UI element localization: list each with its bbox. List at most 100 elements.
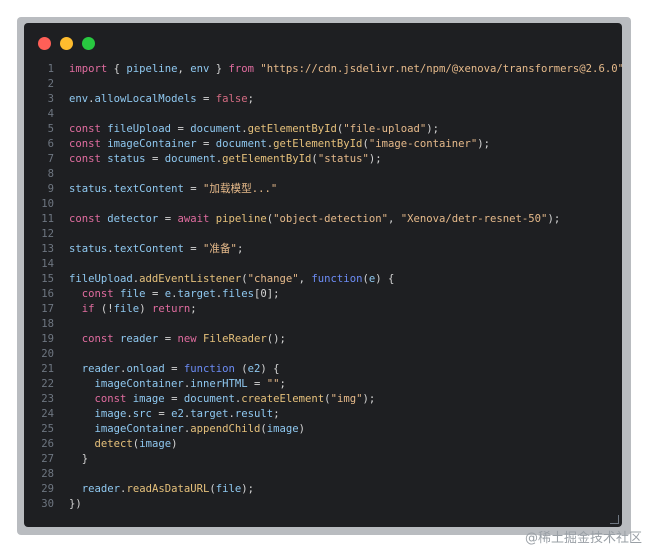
code-token: "https://cdn.jsdelivr.net/npm/@xenova/tr… [260, 63, 622, 75]
code-token: const [69, 138, 101, 150]
code-text: reader.readAsDataURL(file); [69, 482, 622, 497]
code-token: result [234, 408, 274, 420]
code-token: imageContainer [107, 138, 197, 150]
code-token: [0]; [254, 288, 280, 300]
code-token: "object-detection" [273, 213, 388, 225]
line-number: 24 [41, 408, 54, 420]
code-token: ) { [375, 273, 395, 285]
close-dot-icon[interactable] [38, 37, 51, 50]
zoom-dot-icon[interactable] [82, 37, 95, 50]
code-line: 25 imageContainer.appendChild(image) [24, 422, 622, 437]
code-token: new [177, 333, 197, 345]
code-token: , [298, 273, 312, 285]
code-token: ; [279, 378, 286, 390]
code-line: 24 image.src = e2.target.result; [24, 407, 622, 422]
line-number: 30 [41, 498, 54, 510]
code-token: "status" [317, 153, 369, 165]
code-token: status [69, 183, 108, 195]
line-number: 16 [41, 288, 54, 300]
line-number: 11 [41, 213, 54, 225]
code-line: 6 const imageContainer = document.getElem… [24, 137, 622, 152]
code-token: if [81, 303, 95, 315]
code-token: document [215, 138, 267, 150]
code-token: allowLocalModels [94, 93, 197, 105]
code-token: return [151, 303, 191, 315]
code-token: getElementById [222, 153, 312, 165]
code-text: }) [69, 497, 622, 512]
code-text: image.src = e2.target.result; [69, 407, 622, 422]
code-token: document [164, 153, 216, 165]
code-text: status.textContent = "准备"; [69, 242, 622, 257]
code-token: } [69, 453, 89, 465]
code-token: ; [236, 243, 244, 255]
code-token: = [164, 393, 184, 405]
code-line: 22 imageContainer.innerHTML = ""; [24, 377, 622, 392]
line-number: 17 [41, 303, 54, 315]
code-token: const [81, 288, 114, 300]
code-token: ); [362, 393, 376, 405]
code-token: ; [190, 303, 197, 315]
code-token: e2 [247, 363, 261, 375]
code-token: }) [69, 498, 82, 510]
code-token: detect [94, 438, 133, 450]
code-token: = [145, 288, 165, 300]
code-text: const fileUpload = document.getElementBy… [69, 122, 622, 137]
code-line: 5 const fileUpload = document.getElementB… [24, 122, 622, 137]
code-token: getElementById [273, 138, 363, 150]
line-number: 22 [41, 378, 54, 390]
code-line: 1 import { pipeline, env } from "https://… [24, 62, 622, 77]
code-text: const status = document.getElementById("… [69, 152, 622, 167]
code-token: reader [81, 363, 121, 375]
code-token: detector [107, 213, 159, 225]
code-token: ( [234, 363, 248, 375]
code-token: ) [139, 303, 152, 315]
code-token: image [139, 438, 172, 450]
minimize-dot-icon[interactable] [60, 37, 73, 50]
code-line: 21 reader.onload = function (e2) { [24, 362, 622, 377]
line-number: 12 [41, 228, 54, 240]
code-token: ; [273, 408, 280, 420]
code-token: onload [126, 363, 165, 375]
code-text: const file = e.target.files[0]; [69, 287, 622, 302]
code-token: textContent [113, 183, 184, 195]
code-line: 14 [24, 257, 622, 272]
code-line: 2 [24, 77, 622, 92]
code-text: imageContainer.appendChild(image) [69, 422, 622, 437]
code-token: = [145, 153, 165, 165]
code-line: 20 [24, 347, 622, 362]
code-token: "Xenova/detr-resnet-50" [400, 213, 548, 225]
code-token: status [107, 153, 146, 165]
code-token: function [311, 273, 363, 285]
code-line: 29 reader.readAsDataURL(file); [24, 482, 622, 497]
code-token: ) [298, 423, 306, 435]
line-number: 13 [41, 243, 54, 255]
code-line: 17 if (!file) return; [24, 302, 622, 317]
line-number: 10 [41, 198, 54, 210]
line-number: 9 [47, 183, 54, 195]
line-number: 3 [47, 93, 54, 105]
code-token: false [215, 93, 248, 105]
line-number: 19 [41, 333, 54, 345]
code-token: "file-upload" [343, 123, 427, 135]
line-number: 21 [41, 363, 54, 375]
code-token: ); [547, 213, 561, 225]
code-token: await [177, 213, 210, 225]
line-number: 25 [41, 423, 54, 435]
code-token: } [209, 63, 229, 75]
code-token: = [183, 243, 203, 255]
resize-handle-icon[interactable] [610, 515, 619, 524]
line-number: 7 [47, 153, 54, 165]
line-number: 27 [41, 453, 54, 465]
code-token: createElement [241, 393, 325, 405]
line-number: 15 [41, 273, 54, 285]
code-token: FileReader [203, 333, 267, 345]
line-number: 6 [47, 138, 54, 150]
code-line: 3 env.allowLocalModels = false; [24, 92, 622, 107]
code-token: import [69, 63, 108, 75]
